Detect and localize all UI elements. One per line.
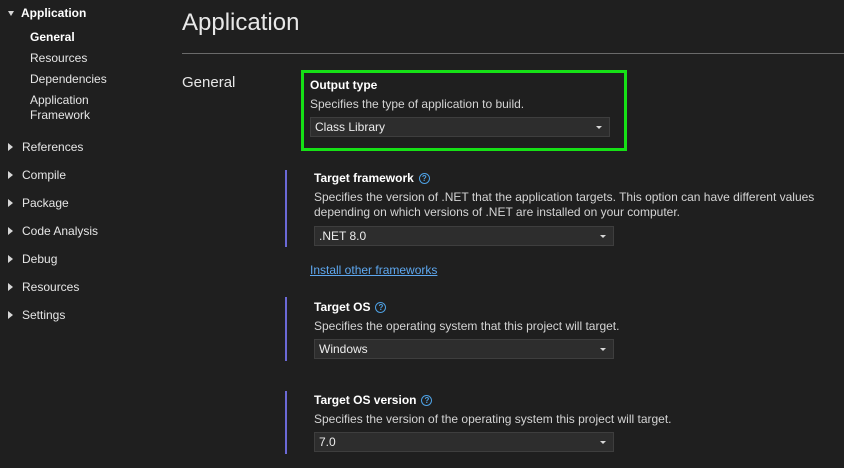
chevron-right-icon [8, 171, 13, 179]
sidebar-subitem-general[interactable]: General [30, 30, 150, 45]
output-type-select[interactable]: Class Library [310, 117, 610, 137]
sidebar-item-label: Compile [22, 168, 67, 182]
sidebar-item-label: Code Analysis [22, 224, 99, 238]
chevron-down-icon [600, 235, 606, 238]
chevron-right-icon [8, 283, 13, 291]
install-frameworks-link[interactable]: Install other frameworks [310, 263, 437, 277]
chevron-right-icon [8, 143, 13, 151]
chevron-right-icon [8, 255, 13, 263]
sidebar-item-settings[interactable]: Settings [8, 307, 65, 323]
target-framework-description: Specifies the version of .NET that the a… [314, 190, 815, 219]
sidebar-subitem-application-framework[interactable]: Application Framework [30, 93, 100, 123]
target-os-version-title: Target OS version ? [314, 393, 433, 407]
sidebar-subitem-resources[interactable]: Resources [30, 51, 150, 66]
chevron-right-icon [8, 227, 13, 235]
sidebar-item-compile[interactable]: Compile [8, 167, 66, 183]
select-value: 7.0 [319, 435, 336, 449]
sidebar-item-application[interactable]: Application [8, 5, 86, 21]
select-value: Windows [319, 342, 368, 356]
target-os-title: Target OS ? [314, 300, 387, 314]
sidebar-item-label: Application [21, 6, 87, 20]
help-icon[interactable]: ? [421, 394, 433, 406]
chevron-down-icon [8, 10, 14, 16]
help-icon[interactable]: ? [375, 301, 387, 313]
sidebar-item-package[interactable]: Package [8, 195, 69, 211]
sidebar-subitem-dependencies[interactable]: Dependencies [30, 72, 150, 87]
sidebar-item-label: Package [22, 196, 69, 210]
select-value: .NET 8.0 [319, 229, 367, 243]
chevron-down-icon [596, 126, 602, 129]
setting-accent-bar [285, 170, 287, 247]
chevron-down-icon [600, 348, 606, 351]
setting-accent-bar [285, 391, 287, 454]
target-framework-select[interactable]: .NET 8.0 [314, 226, 614, 246]
chevron-down-icon [600, 441, 606, 444]
setting-title-text: Target OS [314, 300, 371, 314]
sidebar-item-label: References [22, 140, 84, 154]
target-os-description: Specifies the operating system that this… [314, 319, 620, 333]
section-label: General [182, 74, 236, 91]
target-os-version-description: Specifies the version of the operating s… [314, 412, 672, 426]
target-os-select[interactable]: Windows [314, 339, 614, 359]
sidebar-item-label: Resources [22, 280, 80, 294]
setting-title-text: Target OS version [314, 393, 417, 407]
sidebar: Application General Resources Dependenci… [0, 0, 170, 468]
page-title: Application [182, 9, 300, 36]
help-icon[interactable]: ? [418, 172, 430, 184]
sidebar-item-label: Settings [22, 308, 66, 322]
sidebar-item-label: Debug [22, 252, 58, 266]
select-value: Class Library [315, 120, 386, 134]
target-os-version-select[interactable]: 7.0 [314, 432, 614, 452]
setting-title-text: Output type [310, 78, 378, 92]
output-type-title: Output type [310, 78, 377, 92]
sidebar-item-debug[interactable]: Debug [8, 251, 57, 267]
target-framework-title: Target framework ? [314, 171, 430, 185]
chevron-right-icon [8, 311, 13, 319]
sidebar-item-references[interactable]: References [8, 139, 83, 155]
setting-title-text: Target framework [314, 171, 414, 185]
output-type-description: Specifies the type of application to bui… [310, 97, 525, 111]
title-divider [182, 53, 844, 54]
sidebar-item-resources[interactable]: Resources [8, 279, 79, 295]
sidebar-item-code-analysis[interactable]: Code Analysis [8, 223, 98, 239]
setting-accent-bar [285, 297, 287, 361]
chevron-right-icon [8, 199, 13, 207]
